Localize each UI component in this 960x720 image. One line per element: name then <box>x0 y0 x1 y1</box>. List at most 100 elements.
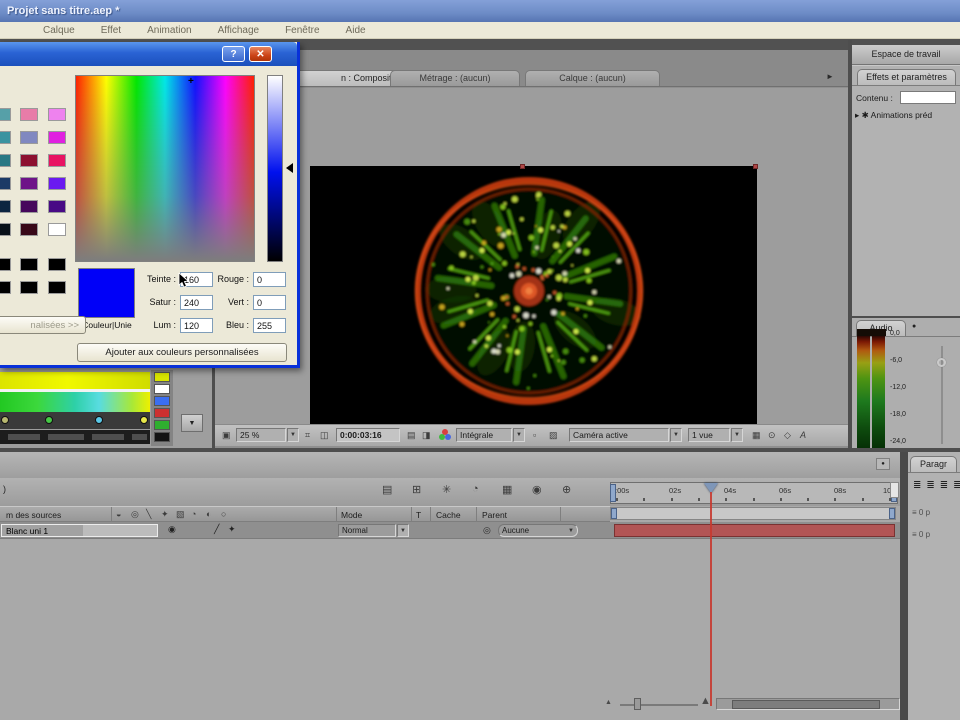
zoom-out-mountain-icon[interactable]: ▲ <box>605 699 612 706</box>
timeline-side-button[interactable] <box>890 482 899 498</box>
green-input[interactable]: 0 <box>253 295 286 310</box>
basic-color-swatch[interactable] <box>48 108 66 121</box>
blue-input[interactable]: 255 <box>253 318 286 333</box>
basic-color-swatch[interactable] <box>0 131 11 144</box>
timeline-zoom-thumb[interactable] <box>634 698 641 710</box>
zoom-select[interactable]: 25 % <box>236 428 286 442</box>
align-icon[interactable]: ≣ <box>940 480 950 491</box>
channels-icon[interactable] <box>439 429 451 441</box>
col-mode[interactable]: Mode <box>341 510 362 520</box>
custom-color-swatch[interactable] <box>48 258 66 271</box>
gradient-strip-bottom[interactable] <box>0 392 150 412</box>
add-custom-colors-button[interactable]: Ajouter aux couleurs personnalisées <box>77 343 287 362</box>
gradient-stop-bar[interactable] <box>0 412 150 429</box>
custom-color-swatch[interactable] <box>0 281 11 294</box>
workspace-bar[interactable]: Espace de travail <box>852 45 960 66</box>
col-source-name[interactable]: m des sources <box>6 510 61 520</box>
timeline-tool-icon[interactable]: ✳ <box>442 483 451 496</box>
layer-row[interactable]: Blanc uni 1 ◉ ╱ ✦ Normal ▼ ◎ Aucune ▼ <box>0 522 900 539</box>
tab-calque[interactable]: Calque : (aucun) <box>525 70 660 86</box>
basic-color-swatch[interactable] <box>20 108 38 121</box>
audio-meter-left[interactable] <box>857 336 870 448</box>
gradient-swatch[interactable] <box>154 432 170 442</box>
transparency-grid-icon[interactable]: ▨ <box>549 430 558 441</box>
basic-color-swatch[interactable] <box>0 177 11 190</box>
layer-mode-dropdown-icon[interactable]: ▼ <box>397 524 409 537</box>
menu-affichage[interactable]: Affichage <box>205 25 273 36</box>
timecode-display[interactable]: 0:00:03:16 <box>336 428 400 442</box>
timeline-tool-icon[interactable]: ⊞ <box>412 483 421 496</box>
layer-duration-bar[interactable] <box>614 524 895 537</box>
comp-viewer[interactable] <box>215 88 852 442</box>
pixel-aspect-icon[interactable]: ◇ <box>784 430 791 441</box>
tab-effects-presets[interactable]: Effets et paramètres <box>857 69 956 85</box>
pickwhip-icon[interactable]: ◎ <box>483 525 491 536</box>
basic-color-swatch[interactable] <box>0 223 11 236</box>
define-custom-colors-button[interactable]: nalisées >> <box>0 316 86 334</box>
tab-paragraph[interactable]: Paragr <box>910 456 957 472</box>
panel-menu-arrow-icon[interactable]: ► <box>826 72 834 81</box>
work-area-bar[interactable] <box>610 507 896 520</box>
layer-switch-icon[interactable]: ◉ <box>168 524 176 535</box>
presets-item[interactable]: ▸ ✱ Animations préd <box>855 110 932 121</box>
col-parent[interactable]: Parent <box>482 510 507 520</box>
layer-switch-icon[interactable]: ╱ <box>214 524 219 535</box>
fast-preview-icon[interactable]: A <box>800 430 806 440</box>
align-icon[interactable]: ≣ <box>953 480 960 491</box>
timeline-tool-icon[interactable]: ⊕ <box>562 483 571 496</box>
align-icon[interactable]: ≣ <box>913 480 923 491</box>
audio-level-knob[interactable] <box>937 358 946 367</box>
zoom-dropdown-icon[interactable]: ▼ <box>287 428 299 442</box>
dialog-close-icon[interactable]: ✕ <box>249 46 272 62</box>
luminance-input[interactable]: 120 <box>180 318 213 333</box>
basic-color-swatch[interactable] <box>20 200 38 213</box>
timeline-tool-icon[interactable]: ▤ <box>382 483 392 496</box>
layer-switch-icon[interactable]: ✦ <box>228 524 236 535</box>
gradient-stop[interactable] <box>140 416 148 424</box>
basic-color-swatch[interactable] <box>20 223 38 236</box>
mask-toggle-icon[interactable]: ◫ <box>320 430 329 441</box>
snapshot-icon[interactable]: ▤ <box>407 430 416 441</box>
audio-meter-right[interactable] <box>872 336 885 448</box>
indent-right-field[interactable]: ≡ 0 p <box>912 530 930 539</box>
hscrollbar-thumb[interactable] <box>732 700 880 709</box>
menu-fenetre[interactable]: Fenêtre <box>272 25 332 36</box>
views-select[interactable]: 1 vue <box>688 428 730 442</box>
gradient-swatch[interactable] <box>154 408 170 418</box>
gradient-swatch[interactable] <box>154 384 170 394</box>
region-icon[interactable]: ▣ <box>222 430 231 441</box>
custom-color-swatch[interactable] <box>20 258 38 271</box>
basic-color-swatch[interactable] <box>48 177 66 190</box>
gradient-stop[interactable] <box>45 416 53 424</box>
timeline-tool-icon[interactable]: ◉ <box>532 483 542 496</box>
align-icon[interactable]: ≣ <box>926 480 936 491</box>
resolution-select[interactable]: Intégrale <box>456 428 512 442</box>
timeline-zoom-track[interactable] <box>620 704 698 706</box>
menu-effet[interactable]: Effet <box>88 25 134 36</box>
luminance-strip[interactable] <box>267 75 283 262</box>
gradient-swatch[interactable] <box>154 396 170 406</box>
luminance-arrow-icon[interactable] <box>286 163 293 173</box>
audio-tab-menu-icon[interactable]: ● <box>912 323 916 330</box>
basic-color-swatch[interactable] <box>20 177 38 190</box>
safe-zones-icon[interactable]: ⌗ <box>305 430 310 441</box>
work-area-start-handle[interactable] <box>611 508 617 519</box>
layer-mode-select[interactable]: Normal <box>338 524 396 537</box>
divider[interactable] <box>900 452 908 720</box>
custom-color-swatch[interactable] <box>20 281 38 294</box>
timeline-menu-icon[interactable]: ● <box>876 458 890 470</box>
magnify-icon[interactable]: ⊙ <box>768 430 776 441</box>
col-trkmat[interactable]: T <box>416 510 421 520</box>
layer-parent-select[interactable]: Aucune ▼ <box>498 524 578 537</box>
basic-color-swatch[interactable] <box>20 131 38 144</box>
tab-metrage[interactable]: Métrage : (aucun) <box>390 70 520 86</box>
layer-name-box[interactable]: Blanc uni 1 <box>1 524 158 537</box>
twirl-icon[interactable]: ▸ <box>855 110 859 120</box>
gradient-swatch[interactable] <box>154 372 170 382</box>
menu-animation[interactable]: Animation <box>134 25 204 36</box>
basic-color-swatch[interactable] <box>0 108 11 121</box>
layer-switches[interactable]: ◉ ╱ ✦ <box>166 524 246 536</box>
red-input[interactable]: 0 <box>253 272 286 287</box>
basic-color-swatch[interactable] <box>48 200 66 213</box>
basic-color-swatch[interactable] <box>48 131 66 144</box>
